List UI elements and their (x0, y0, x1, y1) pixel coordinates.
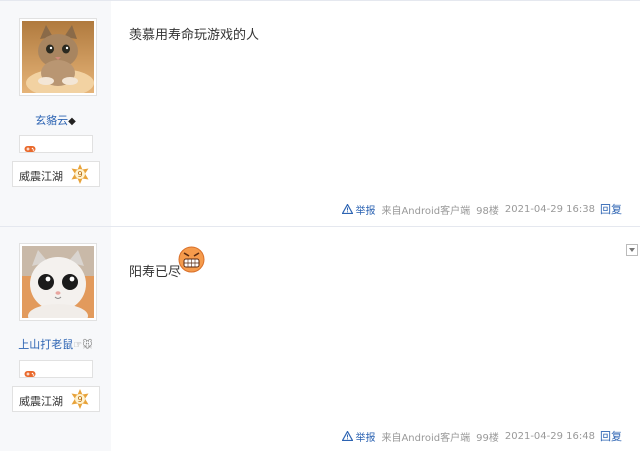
report-button[interactable]: 举报 (342, 202, 375, 217)
level-badge[interactable]: 威震江湖 9 (12, 386, 100, 412)
level-star-icon: 9 (70, 164, 90, 188)
level-number: 9 (77, 170, 82, 179)
level-name: 威震江湖 (19, 395, 63, 408)
level-star-icon: 9 (70, 389, 90, 413)
author-sidebar: 玄貉云◆ 威震江湖 9 (0, 1, 111, 227)
post-menu-dropdown[interactable] (626, 244, 638, 256)
reply-button[interactable]: 回复 (600, 428, 622, 444)
report-label[interactable]: 举报 (355, 202, 375, 217)
white-cat-avatar-image (22, 246, 94, 318)
username-text[interactable]: 玄貉云 (35, 114, 68, 127)
diamond-icon: ◆ (68, 116, 76, 127)
post-time: 2021-04-29 16:38 (504, 203, 595, 215)
floor-number: 98楼 (476, 205, 499, 217)
username-text[interactable]: 上山打老鼠 (18, 338, 73, 351)
level-badge[interactable]: 威震江湖 9 (12, 161, 100, 187)
warning-icon (342, 431, 354, 441)
avatar[interactable] (19, 18, 97, 96)
post-99: 上山打老鼠☞🐭 威震江湖 9 阳寿已尽 举报 来自Android客户端 99楼 … (0, 226, 640, 451)
gamepad-icon (24, 139, 36, 158)
post-text: 阳寿已尽 (129, 265, 182, 280)
level-name: 威震江湖 (19, 170, 63, 183)
floor-number: 99楼 (476, 432, 499, 444)
post-source: 来自Android客户端 (381, 205, 471, 217)
gamepad-icon (24, 364, 36, 383)
warning-icon (342, 204, 354, 214)
post-footer: 举报 来自Android客户端 99楼 2021-04-29 16:48 回复 (342, 428, 622, 444)
username-link[interactable]: 玄貉云◆ (0, 112, 111, 128)
username-link[interactable]: 上山打老鼠☞🐭 (0, 336, 111, 352)
report-label[interactable]: 举报 (355, 429, 375, 444)
level-number: 9 (77, 395, 82, 404)
post-98: 玄貉云◆ 威震江湖 9 羡慕用寿命玩游戏的人 举报 来自Android客户端 9… (0, 0, 640, 227)
post-source: 来自Android客户端 (381, 432, 471, 444)
avatar[interactable] (19, 243, 97, 321)
hand-mouse-icon: ☞🐭 (73, 340, 93, 351)
game-badge[interactable] (19, 360, 93, 378)
author-sidebar: 上山打老鼠☞🐭 威震江湖 9 (0, 227, 111, 451)
game-badge[interactable] (19, 135, 93, 153)
post-content: 羡慕用寿命玩游戏的人 (129, 24, 259, 43)
post-content: 阳寿已尽 (129, 261, 181, 280)
report-button[interactable]: 举报 (342, 429, 375, 444)
reply-button[interactable]: 回复 (600, 201, 622, 217)
grinning-angry-emoji (178, 246, 205, 277)
post-time: 2021-04-29 16:48 (504, 430, 595, 442)
post-text: 羡慕用寿命玩游戏的人 (129, 28, 260, 43)
cat-avatar-image (22, 21, 94, 93)
post-footer: 举报 来自Android客户端 98楼 2021-04-29 16:38 回复 (342, 201, 622, 217)
